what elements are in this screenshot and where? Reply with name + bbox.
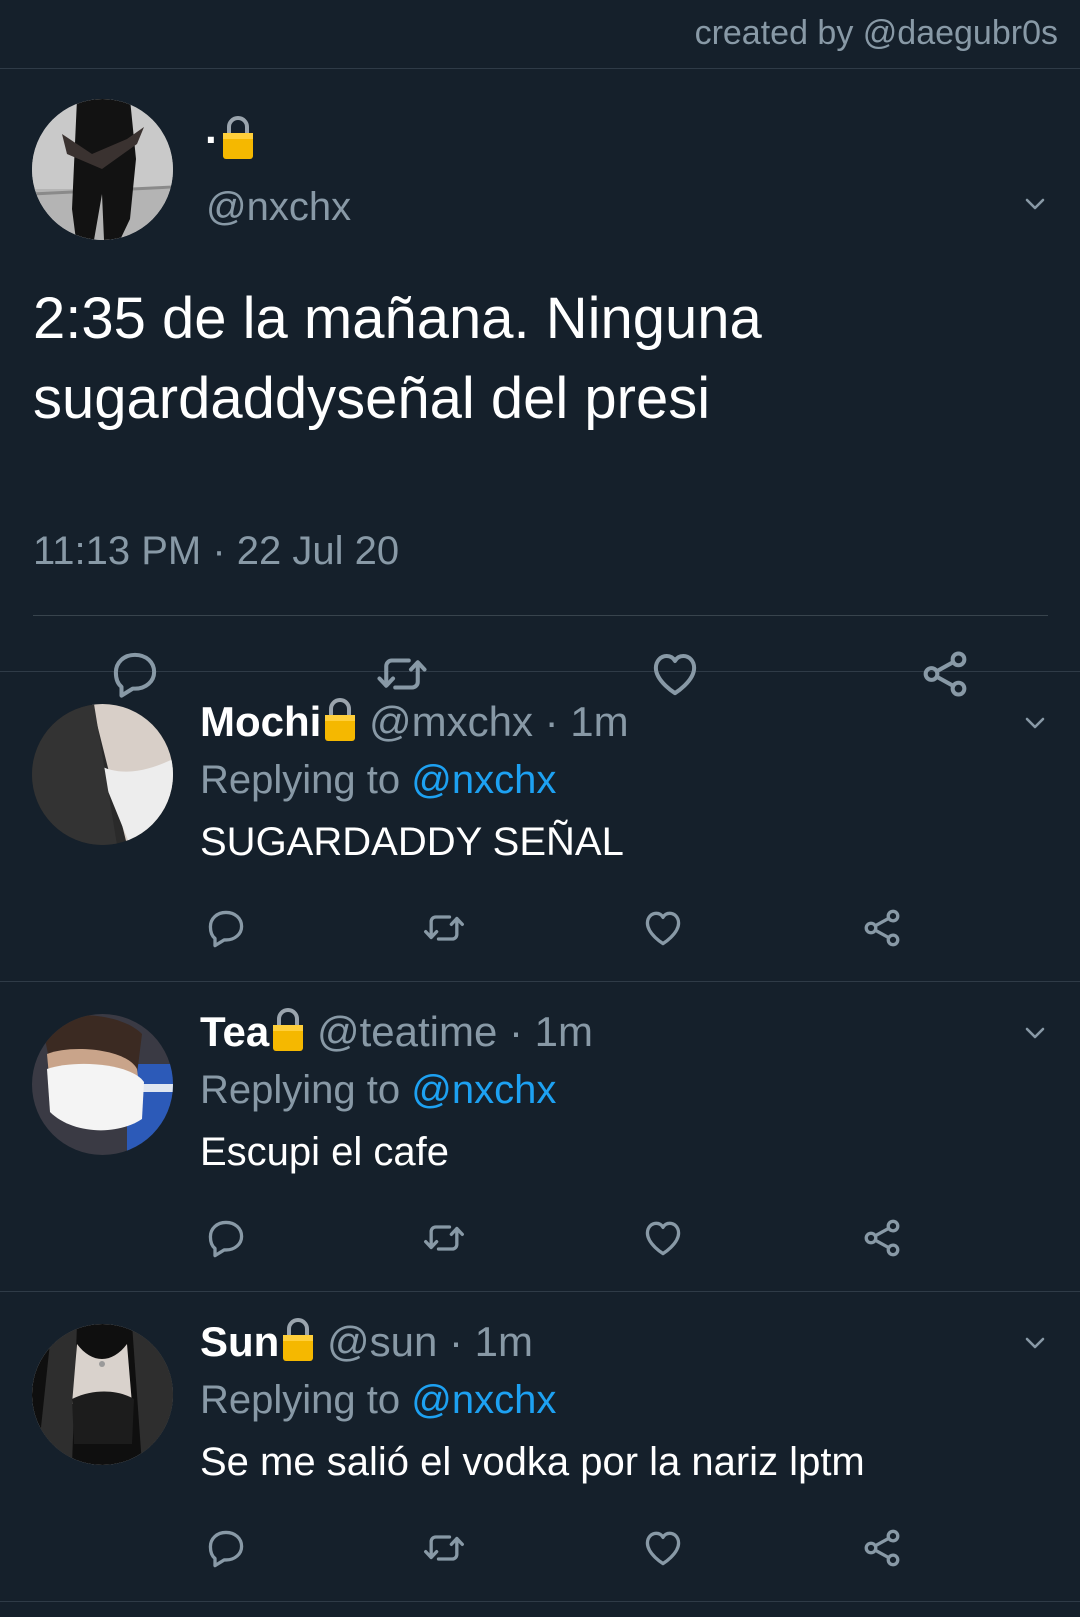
handle-time: @mxchx · 1m	[369, 698, 629, 745]
reply-icon[interactable]	[204, 1526, 248, 1570]
handle-time: @teatime · 1m	[316, 1008, 593, 1055]
credit-text: created by @daegubr0s	[694, 14, 1058, 52]
mention-link[interactable]: @nxchx	[411, 1068, 556, 1112]
action-bar	[0, 906, 1080, 952]
avatar[interactable]	[32, 1324, 173, 1465]
reply-text: Escupi el cafe	[200, 1130, 450, 1174]
timestamp[interactable]: 11:13 PM · 22 Jul 20	[33, 529, 399, 574]
lock-icon	[271, 1006, 305, 1052]
share-icon[interactable]	[860, 1526, 904, 1570]
chevron-down-icon[interactable]	[1024, 193, 1046, 215]
mention-link[interactable]: @nxchx	[411, 1378, 556, 1422]
chevron-down-icon[interactable]	[1024, 1022, 1046, 1044]
retweet-icon[interactable]	[422, 1526, 466, 1570]
retweet-icon[interactable]	[422, 1216, 466, 1260]
handle[interactable]: @nxchx	[206, 185, 351, 230]
replying-to: Replying to @nxchx	[200, 1068, 557, 1112]
main-tweet: · @nxchx 2:35 de la mañana. Ninguna suga…	[0, 69, 1080, 672]
display-name[interactable]: Sun	[200, 1318, 279, 1365]
heart-icon[interactable]	[641, 1216, 685, 1260]
reply-header: Mochi @mxchx · 1m	[200, 696, 629, 746]
lock-icon	[221, 114, 255, 160]
mention-link[interactable]: @nxchx	[411, 758, 556, 802]
lock-icon	[281, 1316, 315, 1362]
action-bar	[0, 1216, 1080, 1262]
handle-time: @sun · 1m	[327, 1318, 534, 1365]
reply-icon[interactable]	[204, 1216, 248, 1260]
display-name: ·	[205, 114, 255, 164]
chevron-down-icon[interactable]	[1024, 1332, 1046, 1354]
chevron-down-icon[interactable]	[1024, 712, 1046, 734]
display-name[interactable]: Mochi	[200, 698, 321, 745]
avatar[interactable]	[32, 1014, 173, 1155]
heart-icon[interactable]	[641, 1526, 685, 1570]
divider	[33, 615, 1048, 616]
reply-text: SUGARDADDY SEÑAL	[200, 820, 624, 864]
display-name[interactable]: Tea	[200, 1008, 269, 1055]
action-bar	[0, 1526, 1080, 1572]
tweet-text: 2:35 de la mañana. Ninguna sugardaddyseñ…	[33, 286, 762, 431]
avatar[interactable]	[32, 704, 173, 845]
heart-icon[interactable]	[641, 906, 685, 950]
reply-tweet: Sun @sun · 1m Replying to @nxchx Se me s…	[0, 1292, 1080, 1602]
reply-tweet: Mochi @mxchx · 1m Replying to @nxchx SUG…	[0, 672, 1080, 982]
avatar[interactable]	[32, 99, 173, 240]
replying-to: Replying to @nxchx	[200, 1378, 557, 1422]
lock-icon	[323, 696, 357, 742]
reply-header: Sun @sun · 1m	[200, 1316, 533, 1366]
reply-icon[interactable]	[204, 906, 248, 950]
reply-text: Se me salió el vodka por la nariz lptm	[200, 1440, 865, 1484]
top-bar: created by @daegubr0s	[0, 0, 1080, 69]
reply-tweet: Tea @teatime · 1m Replying to @nxchx Esc…	[0, 982, 1080, 1292]
share-icon[interactable]	[860, 906, 904, 950]
share-icon[interactable]	[860, 1216, 904, 1260]
replying-to: Replying to @nxchx	[200, 758, 557, 802]
retweet-icon[interactable]	[422, 906, 466, 950]
reply-header: Tea @teatime · 1m	[200, 1006, 593, 1056]
